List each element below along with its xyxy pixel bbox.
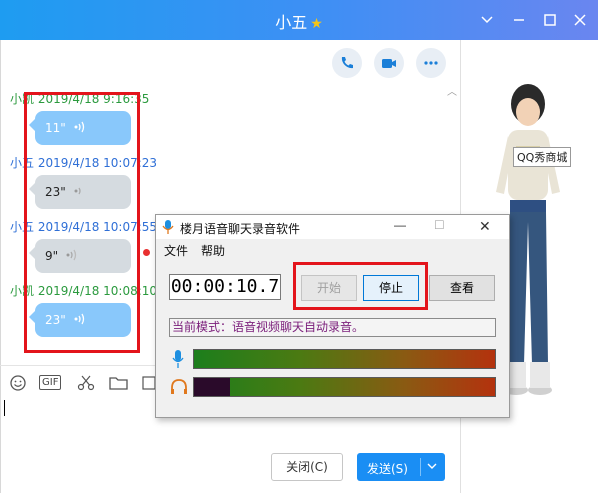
- send-divider: [420, 458, 421, 476]
- collapse-button[interactable]: [475, 8, 499, 32]
- send-label: 发送(S): [367, 462, 408, 476]
- video-icon: [382, 59, 396, 68]
- minimize-button[interactable]: [507, 8, 531, 32]
- maximize-button[interactable]: [538, 8, 562, 32]
- minimize-icon: [514, 19, 524, 21]
- speaker-level-fill: [194, 378, 230, 396]
- recorder-title: 楼月语音聊天录音软件: [180, 222, 301, 236]
- microphone-level-meter: [193, 349, 496, 369]
- folder-icon: [109, 377, 128, 390]
- microphone-icon: [172, 350, 184, 368]
- chevron-down-icon: [427, 463, 437, 469]
- close-chat-button[interactable]: 关闭(C): [271, 453, 343, 481]
- emoji-button[interactable]: [8, 372, 30, 394]
- gif-button[interactable]: GIF: [39, 375, 62, 390]
- more-icon: [424, 61, 438, 65]
- screenshot-button[interactable]: [76, 372, 98, 394]
- menu-help[interactable]: 帮助: [201, 242, 225, 259]
- video-call-button[interactable]: [374, 48, 404, 78]
- highlight-box: [24, 92, 140, 353]
- star-icon: ★: [310, 16, 323, 32]
- recorder-close-button[interactable]: ✕: [479, 218, 491, 235]
- unread-dot: [143, 249, 150, 256]
- maximize-icon: [544, 14, 556, 26]
- text-cursor: [4, 400, 5, 416]
- contact-name: 小五: [275, 13, 308, 32]
- image-icon: [142, 376, 156, 390]
- chevron-down-icon: [481, 16, 493, 24]
- close-window-button[interactable]: [568, 8, 592, 32]
- send-button[interactable]: 发送(S): [357, 453, 445, 481]
- voice-call-button[interactable]: [332, 48, 362, 78]
- chevron-up-icon[interactable]: ︿: [447, 83, 457, 98]
- send-file-button[interactable]: [108, 372, 130, 394]
- title-bar: 小五 ★: [0, 0, 598, 40]
- speaker-level-meter: [193, 377, 496, 397]
- microphone-icon: [162, 220, 174, 234]
- recorder-minimize-button[interactable]: —: [394, 218, 406, 232]
- close-icon: [574, 14, 586, 26]
- emoji-icon: [10, 375, 26, 391]
- headphones-icon: [171, 379, 187, 394]
- recorder-maximize-button[interactable]: ☐: [434, 218, 445, 232]
- qq-show-store-link[interactable]: QQ秀商城: [513, 147, 572, 167]
- view-button[interactable]: 查看: [429, 275, 495, 301]
- menu-file[interactable]: 文件: [164, 242, 188, 259]
- recording-timer: 00:00:10.7: [169, 274, 281, 300]
- recorder-dialog: 楼月语音聊天录音软件 — ☐ ✕ 文件 帮助 00:00:10.7 开始 停止 …: [155, 214, 510, 418]
- mode-status: 当前模式：语音视频聊天自动录音。: [169, 318, 496, 337]
- more-options-button[interactable]: [416, 48, 446, 78]
- highlight-box: [293, 262, 428, 310]
- recorder-title-bar: 楼月语音聊天录音软件 — ☐ ✕: [156, 215, 509, 239]
- phone-icon: [341, 57, 353, 69]
- scissors-icon: [77, 375, 95, 391]
